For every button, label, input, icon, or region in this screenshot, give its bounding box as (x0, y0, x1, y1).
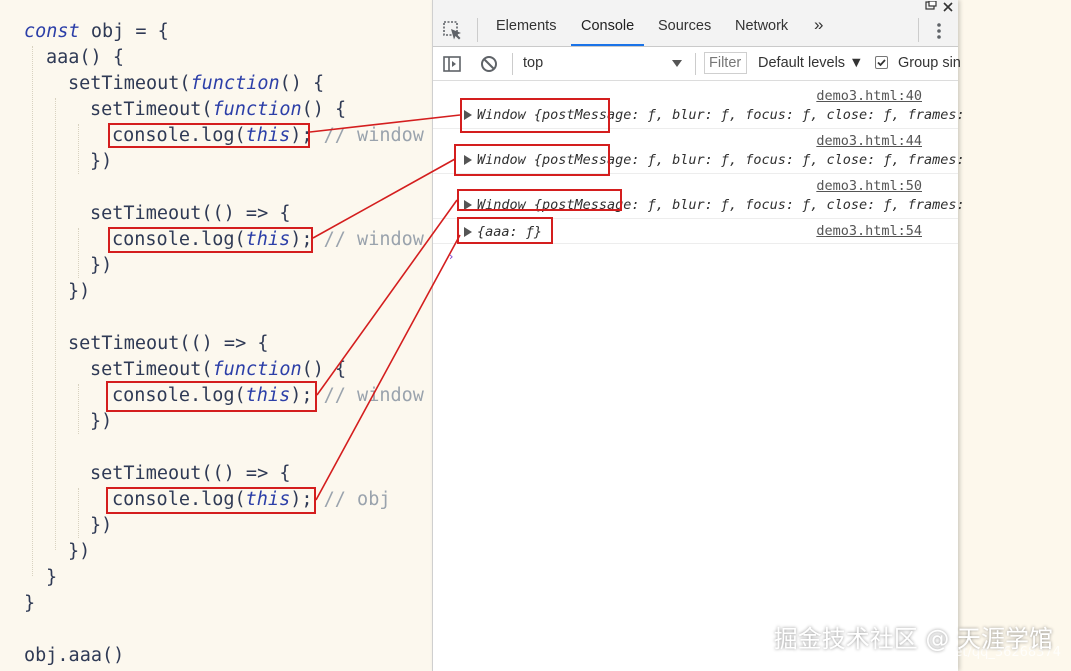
console-prompt-icon[interactable]: › (449, 250, 453, 263)
toolbar-divider (918, 18, 919, 42)
console-toolbar: top Filter Default levels ▼ Group sin (433, 47, 961, 81)
context-label: top (523, 55, 544, 71)
source-link[interactable]: demo3.html:40 (816, 88, 922, 104)
code-line-17: }) (90, 515, 113, 536)
annotation-box (106, 487, 316, 514)
group-similar-checkbox[interactable] (875, 56, 888, 69)
code-line-15: setTimeout(() => { (90, 463, 291, 484)
indent-guide (78, 488, 79, 538)
code-line-2: aaa() { (46, 47, 124, 68)
code-line-3: setTimeout(function() { (68, 73, 325, 94)
code-line-18: }) (68, 541, 91, 562)
inspect-element-icon[interactable] (442, 20, 464, 42)
annotation-box (457, 217, 553, 244)
indent-guide (78, 384, 79, 434)
indent-guide (32, 46, 33, 576)
kebab-menu-icon[interactable] (933, 20, 945, 42)
code-line-11: setTimeout(() => { (68, 333, 269, 354)
annotation-box (454, 144, 610, 176)
sidebar-toggle-icon[interactable] (443, 55, 461, 73)
code-line-6: }) (90, 151, 113, 172)
indent-guide (78, 228, 79, 278)
code-line-10: }) (68, 281, 91, 302)
source-link[interactable]: demo3.html:54 (816, 223, 922, 239)
code-line-9: }) (90, 255, 113, 276)
indent-guide (78, 124, 79, 174)
code-line-21: obj.aaa() (24, 645, 125, 666)
code-line-20: } (24, 593, 36, 614)
close-icon[interactable] (943, 0, 953, 12)
tab-sources[interactable]: Sources (658, 18, 711, 44)
code-line-1: const obj = { (24, 21, 169, 42)
annotation-box (108, 123, 310, 148)
chevron-down-icon (672, 60, 682, 67)
group-similar-label: Group sin (898, 55, 961, 71)
code-line-12: setTimeout(function() { (90, 359, 347, 380)
default-levels-dropdown[interactable]: Default levels ▼ (758, 55, 863, 71)
filter-placeholder: Filter (709, 55, 742, 71)
code-editor: const obj = { aaa() { setTimeout(functio… (0, 0, 432, 671)
tab-network[interactable]: Network (735, 18, 788, 44)
annotation-box (108, 227, 313, 253)
annotation-box (460, 98, 610, 133)
indent-guide (55, 98, 56, 550)
toolbar-divider (695, 53, 696, 75)
more-tabs-button[interactable]: » (814, 15, 823, 41)
code-line-19: } (46, 567, 58, 588)
tab-console[interactable]: Console (571, 18, 645, 46)
context-selector[interactable]: top (522, 51, 684, 77)
filter-input[interactable]: Filter (704, 52, 747, 74)
dock-side-icon[interactable] (925, 0, 937, 10)
toolbar-divider (512, 53, 513, 75)
clear-console-icon[interactable] (480, 55, 498, 73)
source-link[interactable]: demo3.html:50 (816, 178, 922, 194)
source-link[interactable]: demo3.html:44 (816, 133, 922, 149)
code-line-4: setTimeout(function() { (90, 99, 347, 120)
devtools-tabbar: Elements Console Sources Network » (433, 0, 958, 47)
annotation-box (457, 189, 622, 211)
tab-elements[interactable]: Elements (496, 18, 556, 44)
code-line-7: setTimeout(() => { (90, 203, 291, 224)
annotation-box (106, 381, 317, 412)
watermark: 掘金技术社区 @ 天涯学馆 (773, 625, 1053, 653)
toolbar-divider (477, 18, 478, 42)
code-line-14: }) (90, 411, 113, 432)
